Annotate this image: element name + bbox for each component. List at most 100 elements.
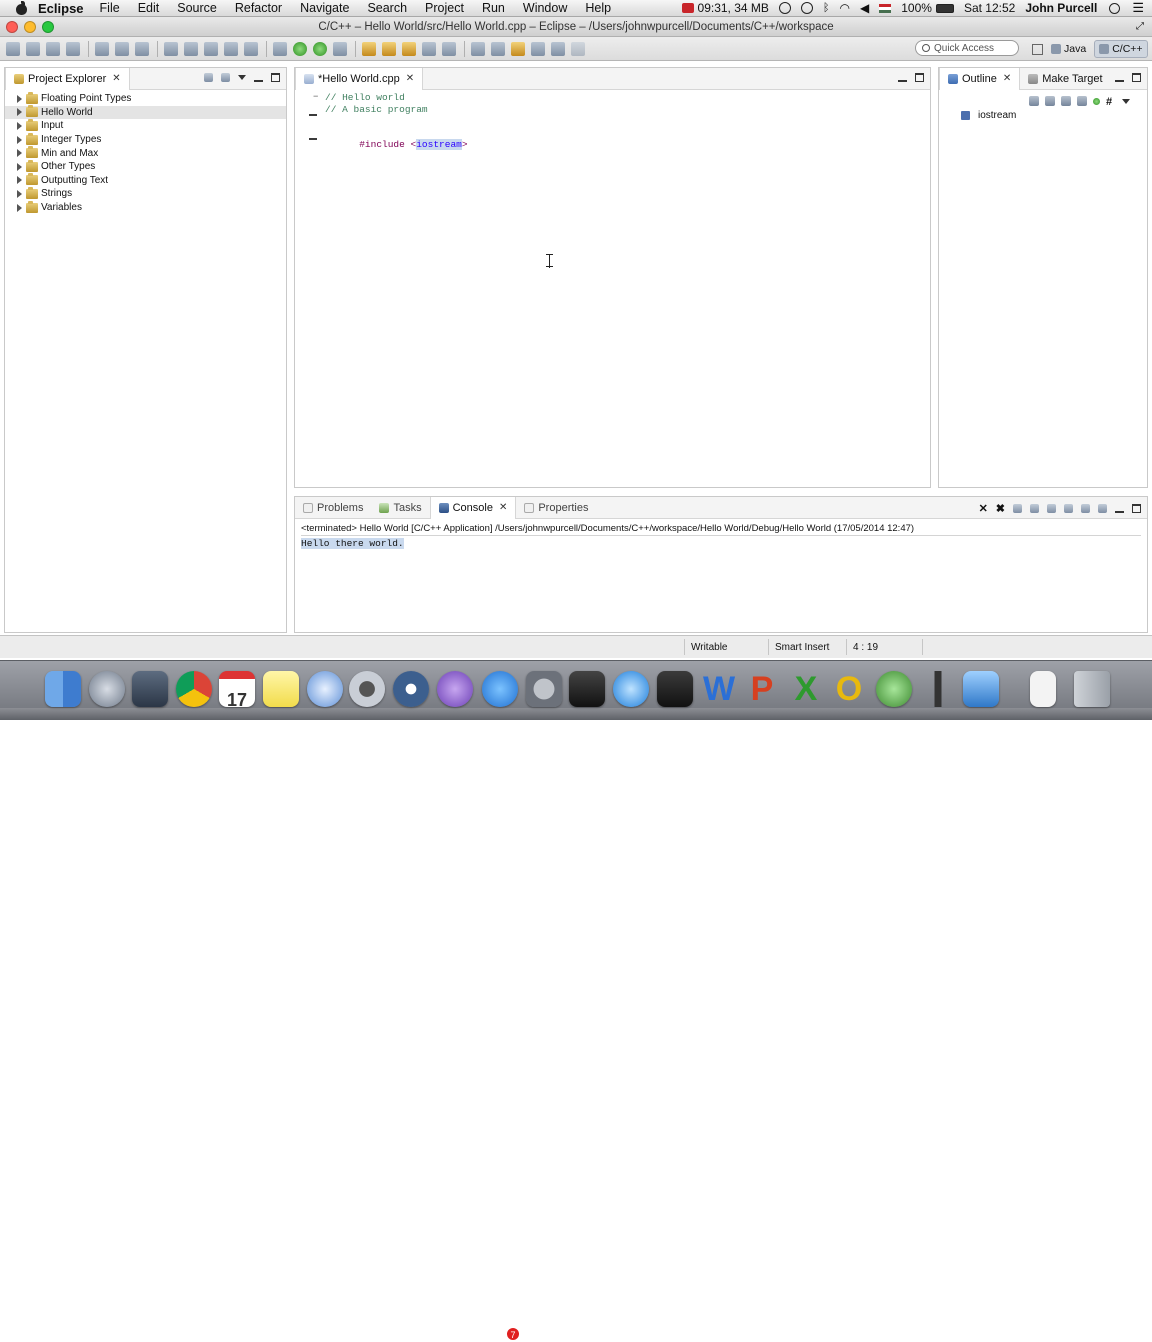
menu-edit[interactable]: Edit (138, 1, 160, 15)
history-icon[interactable] (800, 2, 813, 14)
external-tools-icon[interactable] (333, 41, 347, 56)
pin-editor-icon[interactable] (571, 41, 585, 56)
run-icon[interactable] (293, 41, 307, 56)
spotlight-icon[interactable] (1109, 2, 1121, 14)
code-text-area[interactable]: − // Hello world // A basic program #inc… (295, 90, 930, 487)
collapse-all-icon[interactable] (204, 73, 213, 82)
manage-configurations-icon[interactable] (95, 41, 109, 56)
volume-icon[interactable]: ◀ (860, 1, 869, 15)
network-app-icon[interactable] (876, 671, 912, 707)
tree-item-hello-world[interactable]: Hello World (5, 105, 286, 120)
system-utility-icon[interactable] (393, 671, 429, 707)
group-includes-icon[interactable]: # (1106, 96, 1116, 108)
new-icon[interactable] (6, 41, 20, 56)
tab-make-target[interactable]: Make Target (1020, 68, 1110, 90)
maximize-icon[interactable] (915, 73, 924, 82)
flag-icon[interactable] (879, 3, 892, 13)
display-selected-console-icon[interactable] (1081, 504, 1090, 513)
menu-window[interactable]: Window (523, 1, 567, 15)
highlight-icon[interactable] (402, 41, 416, 56)
tree-item-outputting-text[interactable]: Outputting Text (5, 173, 286, 188)
tree-item-integer-types[interactable]: Integer Types (5, 132, 286, 147)
console-output[interactable]: <terminated> Hello World [C/C++ Applicat… (301, 523, 1141, 632)
minimize-icon[interactable] (898, 73, 907, 82)
remove-all-terminated-icon[interactable]: ✖ (996, 502, 1005, 515)
expand-arrow-icon[interactable] (17, 176, 22, 185)
pin-console-icon[interactable] (1064, 504, 1073, 513)
bluetooth-icon[interactable]: ᛒ (823, 2, 830, 14)
perspective-java[interactable]: Java (1047, 41, 1090, 57)
quicktime-icon[interactable] (963, 671, 999, 707)
launchpad-icon[interactable] (89, 671, 125, 707)
tab-project-explorer[interactable]: Project Explorer ✕ (5, 67, 130, 90)
fold-collapse-icon[interactable]: − (313, 92, 318, 102)
notification-center-icon[interactable]: ☰ (1132, 0, 1144, 16)
menu-search[interactable]: Search (367, 1, 407, 15)
apple-icon[interactable] (14, 1, 30, 15)
trash-icon[interactable] (1074, 671, 1110, 707)
view-menu-icon[interactable] (238, 75, 246, 80)
previous-annotation-icon[interactable] (491, 41, 505, 56)
expand-arrow-icon[interactable] (17, 162, 22, 171)
coverage-icon[interactable] (313, 41, 327, 56)
chrome-icon[interactable] (176, 671, 212, 707)
calendar-icon[interactable]: 17 (219, 671, 255, 710)
perspective-cpp[interactable]: C/C++ (1094, 40, 1148, 58)
menu-refactor[interactable]: Refactor (235, 1, 282, 15)
outlook-icon[interactable]: O (831, 671, 867, 707)
back-icon[interactable] (531, 41, 545, 56)
user-name[interactable]: John Purcell (1025, 1, 1097, 15)
screenshot-app-icon[interactable] (569, 671, 605, 707)
clear-console-icon[interactable] (1013, 504, 1022, 513)
quick-access-input[interactable]: Quick Access (915, 40, 1019, 56)
close-icon[interactable]: ✕ (112, 73, 120, 84)
tree-item-strings[interactable]: Strings (5, 186, 286, 201)
window-close-button[interactable] (6, 20, 18, 33)
expand-arrow-icon[interactable] (17, 189, 22, 198)
save-icon[interactable] (26, 41, 40, 56)
expand-arrow-icon[interactable] (17, 108, 22, 117)
link-with-editor-icon[interactable] (221, 73, 230, 82)
system-preferences-icon[interactable] (526, 671, 562, 707)
last-edit-location-icon[interactable] (511, 41, 525, 56)
mail-icon[interactable] (307, 671, 343, 707)
microphone-icon[interactable] (920, 671, 956, 707)
powerpoint-icon[interactable]: P (744, 671, 780, 707)
tree-item-other-types[interactable]: Other Types (5, 159, 286, 174)
tab-hello-world-cpp[interactable]: *Hello World.cpp ✕ (295, 67, 424, 90)
build-all-icon[interactable] (135, 41, 149, 56)
battery-icon[interactable] (935, 3, 954, 13)
minimize-icon[interactable] (254, 73, 263, 82)
word-icon[interactable]: W (701, 671, 737, 707)
fullscreen-icon[interactable]: ⤢ (1136, 21, 1144, 32)
maximize-icon[interactable] (271, 73, 280, 82)
toggle-mark-occurrences-icon[interactable] (422, 41, 436, 56)
menu-app-name[interactable]: Eclipse (38, 1, 84, 16)
close-icon[interactable]: ✕ (499, 502, 507, 513)
print-icon[interactable] (66, 41, 80, 56)
tree-item-variables[interactable]: Variables (5, 200, 286, 215)
expand-arrow-icon[interactable] (17, 149, 22, 158)
terminate-icon[interactable]: ✕ (979, 502, 988, 515)
outline-item-iostream[interactable]: iostream (961, 110, 1016, 121)
debug-icon[interactable] (273, 41, 287, 56)
forward-icon[interactable] (551, 41, 565, 56)
minimize-icon[interactable] (1115, 73, 1124, 82)
open-type-icon[interactable] (362, 41, 376, 56)
hide-static-icon[interactable] (1077, 96, 1087, 106)
search-icon[interactable] (382, 41, 396, 56)
scroll-lock-icon[interactable] (1030, 504, 1039, 513)
expand-arrow-icon[interactable] (17, 203, 22, 212)
webcam-icon[interactable] (349, 671, 385, 707)
new-class-icon[interactable] (244, 41, 258, 56)
tab-console[interactable]: Console ✕ (429, 496, 517, 519)
tree-item-input[interactable]: Input (5, 118, 286, 133)
new-cpp-project-icon[interactable] (164, 41, 178, 56)
mission-control-icon[interactable] (132, 671, 168, 707)
wifi-icon[interactable]: ◠ (840, 1, 850, 15)
tree-item-min-and-max[interactable]: Min and Max (5, 146, 286, 160)
maximize-icon[interactable] (1132, 504, 1141, 513)
collapse-all-icon[interactable] (1029, 96, 1039, 106)
hide-non-public-icon[interactable] (1093, 97, 1100, 105)
window-minimize-button[interactable] (24, 20, 36, 33)
